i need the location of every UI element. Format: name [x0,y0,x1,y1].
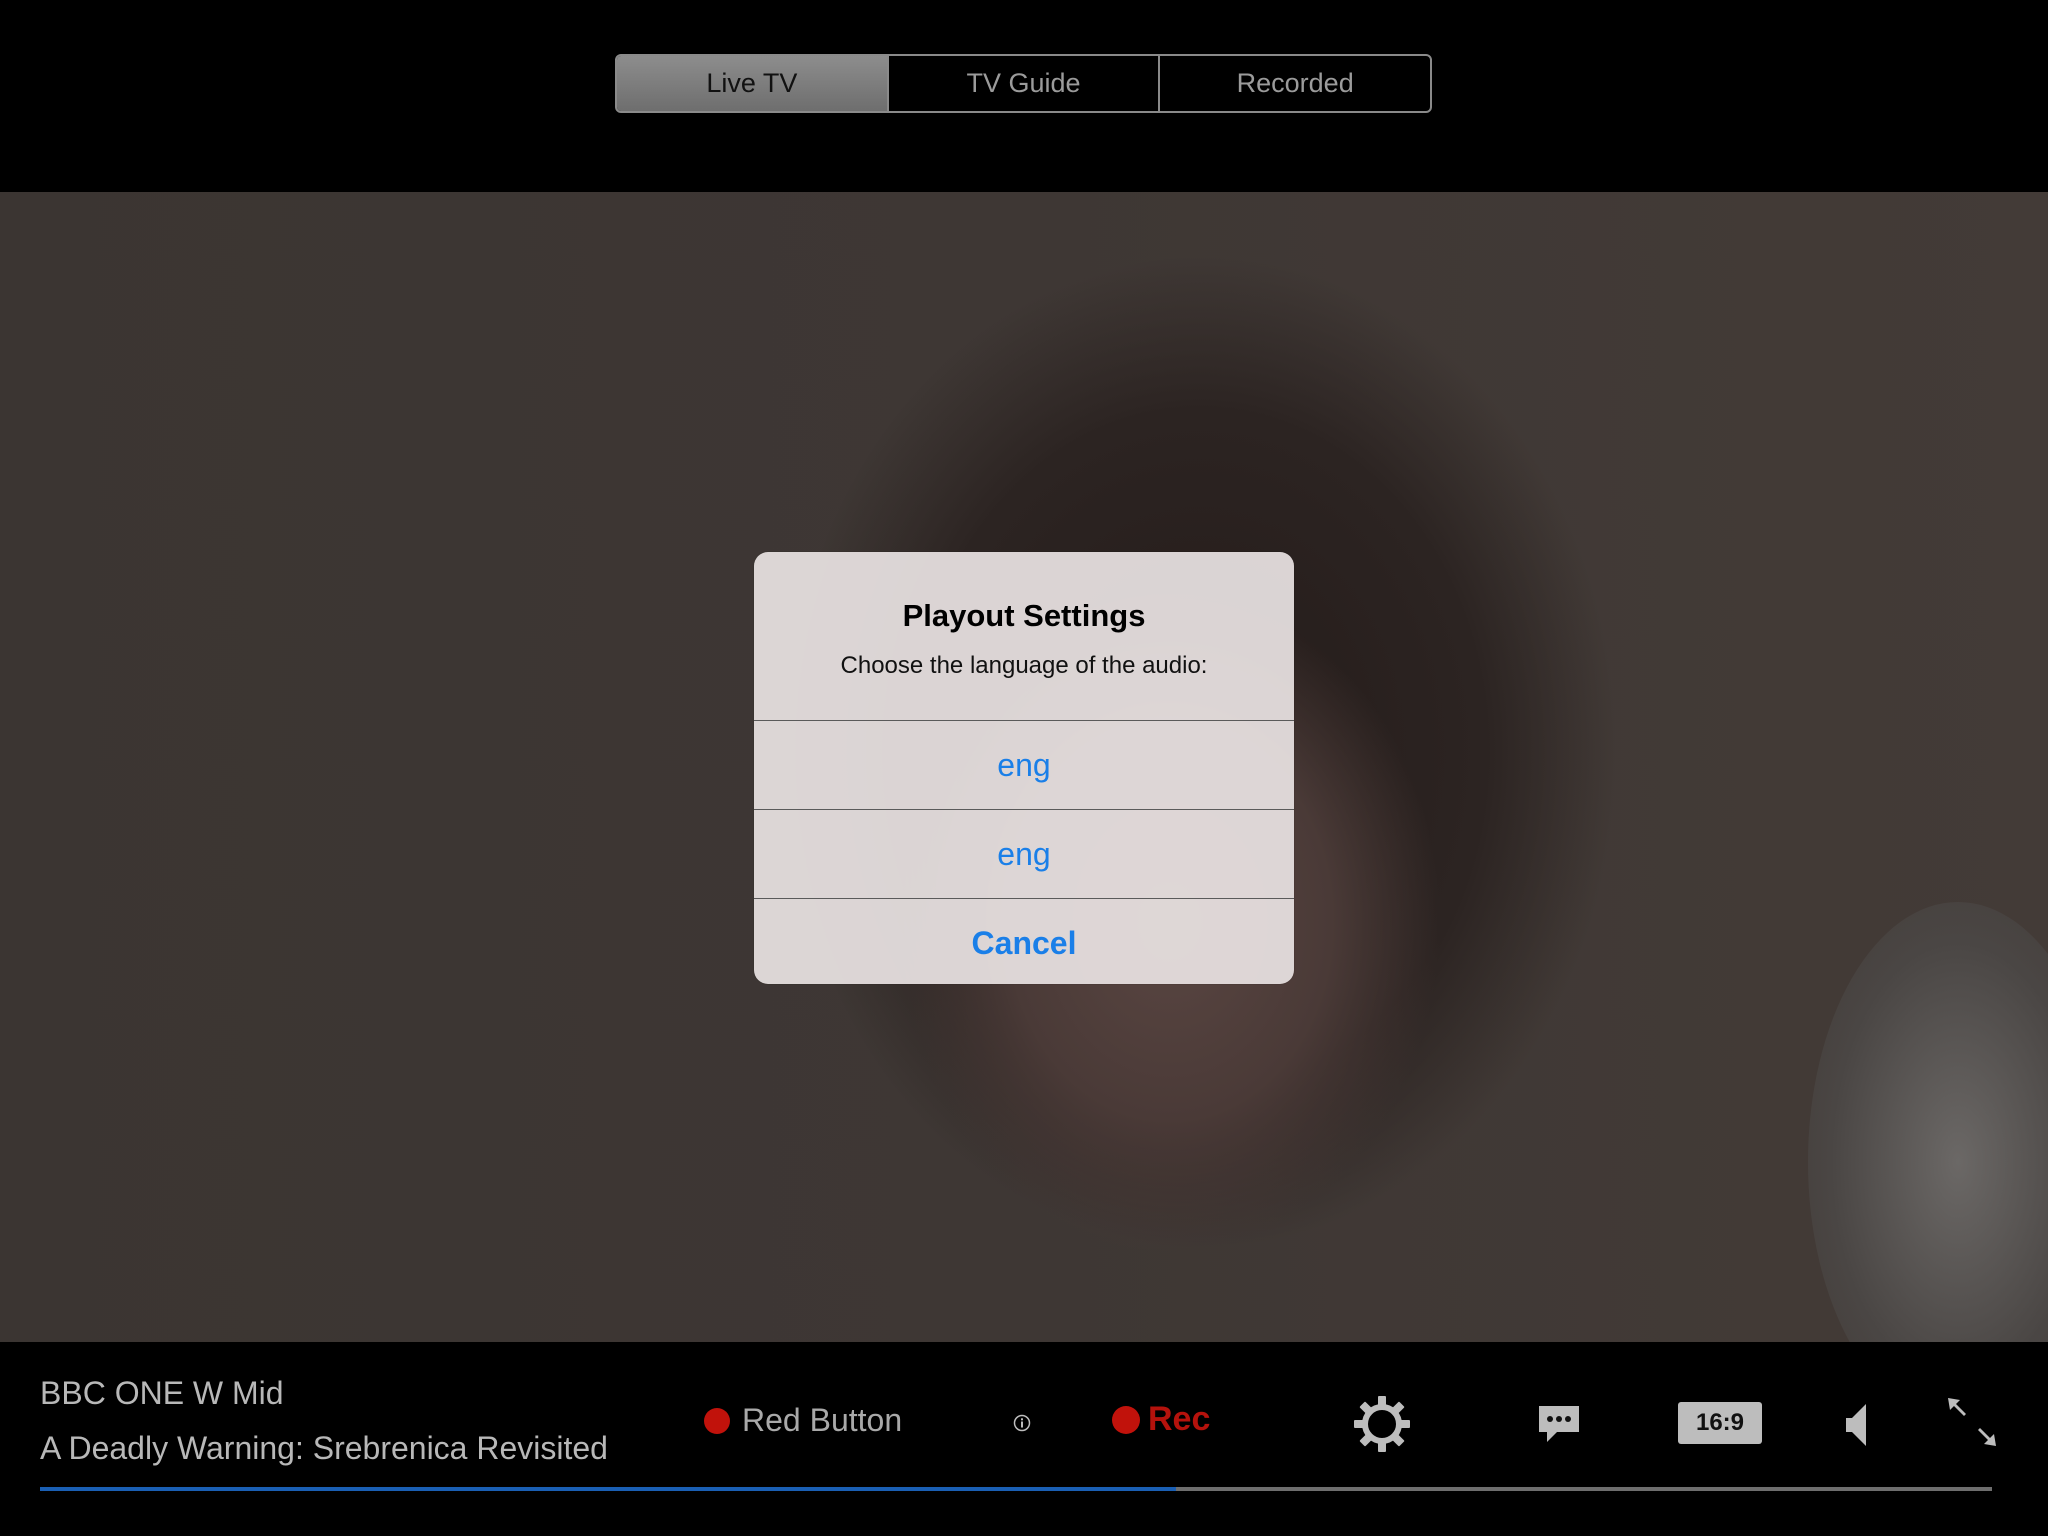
red-button[interactable]: Red Button [704,1402,902,1439]
subtitles-button[interactable] [1535,1402,1583,1453]
settings-button[interactable] [1352,1394,1412,1459]
tv-player-screen: Live TV TV Guide Recorded Playout Settin… [0,0,2048,1536]
volume-button[interactable] [1844,1402,1870,1453]
record-label: Rec [1148,1400,1211,1438]
red-dot-icon [704,1407,730,1434]
dialog-message: Choose the language of the audio: [840,652,1208,679]
record-dot-icon [1112,1405,1140,1434]
volume-icon [1846,1404,1866,1446]
tab-recorded[interactable]: Recorded [1158,56,1430,111]
video-frame-detail [1808,902,2048,1342]
tab-tv-guide[interactable]: TV Guide [886,56,1159,111]
dialog-title: Playout Settings [902,598,1146,633]
fullscreen-icon [1948,1398,1996,1446]
programme-info-button[interactable] [1013,1414,1031,1437]
dialog-header: Playout Settings Choose the language of … [754,552,1294,720]
audio-option-eng-1[interactable]: eng [754,720,1294,809]
fullscreen-button[interactable] [1944,1394,2000,1455]
cancel-button[interactable]: Cancel [754,898,1294,984]
progress-bar[interactable] [40,1487,1992,1491]
aspect-ratio-button[interactable]: 16:9 [1678,1402,1762,1444]
playout-settings-dialog: Playout Settings Choose the language of … [754,552,1294,984]
info-icon [1013,1414,1031,1432]
progress-fill [40,1487,1177,1491]
red-button-label: Red Button [742,1402,903,1438]
programme-title: A Deadly Warning: Srebrenica Revisited [40,1430,608,1466]
control-bar: BBC ONE W Mid A Deadly Warning: Srebreni… [0,1342,2048,1536]
audio-option-eng-2[interactable]: eng [754,809,1294,898]
gear-icon [1354,1396,1410,1452]
record-button[interactable]: Rec [1112,1400,1210,1439]
tab-live-tv[interactable]: Live TV [617,56,887,111]
subtitles-icon [1539,1406,1579,1442]
view-tabs: Live TV TV Guide Recorded [615,54,1432,113]
channel-name: BBC ONE W Mid [40,1375,284,1411]
